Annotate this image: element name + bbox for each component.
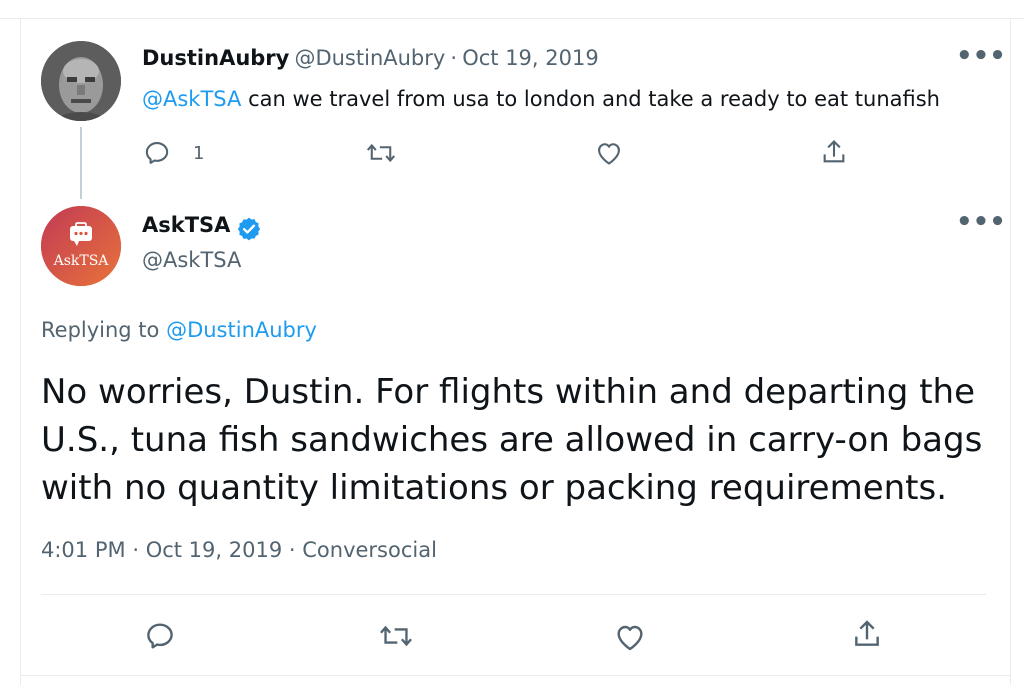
action-bar-divider [41, 594, 986, 595]
replying-to-link[interactable]: @DustinAubry [166, 318, 317, 342]
bottom-border [20, 675, 1010, 676]
tweet2-handle[interactable]: @AskTSA [142, 248, 241, 272]
left-border [20, 18, 21, 685]
tweet2-date[interactable]: Oct 19, 2019 [146, 538, 283, 562]
heart-icon [598, 143, 620, 165]
tweet2-retweet-button[interactable] [379, 620, 413, 656]
tweet1-more-button[interactable]: ••• [956, 43, 1006, 69]
asktsa-avatar[interactable]: AskTSA [41, 206, 121, 286]
tweet1-separator: · [450, 46, 458, 70]
tweet2-text: No worries, Dustin. For flights within a… [41, 368, 982, 512]
dustinaubry-avatar[interactable] [41, 41, 121, 121]
thread-connector-line [80, 127, 82, 199]
verified-badge-icon [236, 216, 262, 246]
tweet2-display-name[interactable]: AskTSA [142, 213, 230, 237]
tweet1-mention-link[interactable]: @AskTSA [142, 87, 241, 111]
tweet2-reply-button[interactable] [144, 620, 176, 656]
tweet2-like-button[interactable] [614, 622, 646, 656]
avatar-photo-image [41, 41, 121, 121]
asktsa-logo-image: AskTSA [41, 206, 121, 286]
avatar-label-tsa: TSA [79, 253, 109, 269]
replying-to-prefix: Replying to [41, 318, 167, 342]
tweet1-reply-count: 1 [193, 143, 205, 164]
tweet2-text-line1: No worries, Dustin. For flights within a… [41, 372, 975, 412]
tweet2-text-line3: with no quantity limitations or packing … [41, 468, 948, 508]
right-border [1010, 18, 1011, 685]
share-icon [855, 620, 879, 646]
tweet1-body: can we travel from usa to london and tak… [241, 87, 940, 111]
tweet2-time[interactable]: 4:01 PM [41, 538, 126, 562]
tweet1-reply-button[interactable] [143, 139, 171, 171]
tweet2-source[interactable]: Conversocial [302, 538, 437, 562]
verified-icon [237, 217, 261, 241]
tweet1-like-button[interactable] [595, 140, 623, 170]
tweet1-handle[interactable]: @DustinAubry [294, 46, 445, 70]
share-icon [823, 140, 845, 163]
tweet2-text-line2: U.S., tuna fish sandwiches are allowed i… [41, 420, 983, 460]
avatar-label-ask: Ask [53, 253, 80, 269]
heart-icon [617, 625, 643, 651]
tweet2-share-button[interactable] [851, 618, 883, 654]
reply-icon [145, 142, 169, 164]
svg-text:AskTSA: AskTSA [53, 253, 110, 269]
retweet-icon [366, 143, 396, 163]
replying-to-line: Replying to @DustinAubry [41, 318, 317, 342]
tweet1-retweet-button[interactable] [366, 139, 396, 171]
top-border [0, 0, 1024, 19]
tweet2-more-button[interactable]: ••• [956, 209, 1006, 235]
tweet2-meta-separator2: · [288, 538, 296, 562]
tweet1-share-button[interactable] [820, 138, 848, 170]
tweet1-display-name[interactable]: DustinAubry [142, 46, 289, 70]
tweet1-text: @AskTSA can we travel from usa to london… [142, 87, 940, 111]
tweet2-meta: 4:01 PM · Oct 19, 2019 · Conversocial [41, 538, 437, 562]
retweet-icon [380, 625, 412, 647]
reply-icon [147, 623, 173, 649]
tweet1-header: DustinAubry @DustinAubry · Oct 19, 2019 [142, 46, 599, 70]
tweet1-date[interactable]: Oct 19, 2019 [462, 46, 599, 70]
tweet2-meta-separator1: · [132, 538, 139, 562]
